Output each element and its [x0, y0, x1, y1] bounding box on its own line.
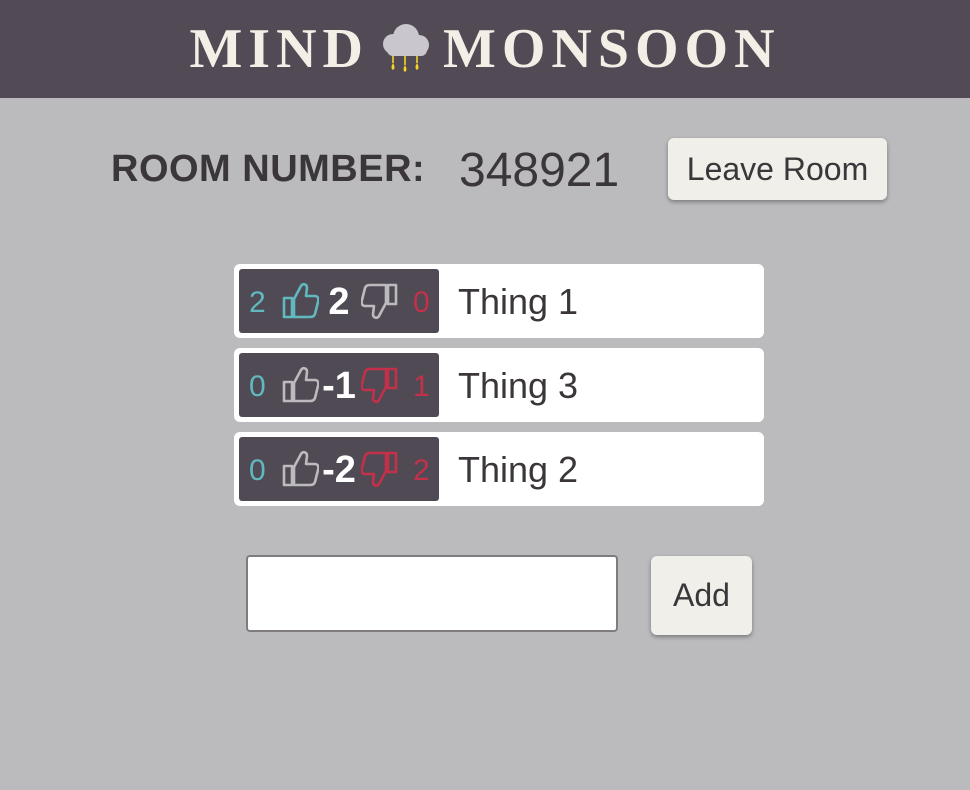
thumbs-down-icon[interactable] — [361, 449, 401, 489]
vote-box: 0 -2 2 — [239, 437, 439, 501]
list-item: 0 -2 2 Thing 2 — [234, 432, 764, 506]
new-item-input[interactable] — [246, 555, 618, 632]
leave-room-button[interactable]: Leave Room — [668, 138, 887, 200]
thumbs-up-icon[interactable] — [279, 365, 319, 405]
upvote-count: 2 — [249, 286, 266, 319]
rain-cloud-icon — [382, 24, 429, 72]
thumbs-down-icon[interactable] — [361, 281, 401, 321]
room-number-value: 348921 — [459, 144, 620, 197]
vote-box: 0 -1 1 — [239, 353, 439, 417]
vote-score: -2 — [322, 449, 356, 491]
list-item: 0 -1 1 Thing 3 — [234, 348, 764, 422]
room-number-label: ROOM NUMBER: — [111, 148, 426, 190]
logo-text-right: MONSOON — [442, 18, 781, 80]
downvote-count: 0 — [413, 286, 430, 319]
list-item: 2 2 0 Thing 1 — [234, 264, 764, 338]
logo-text-left: MIND — [189, 18, 369, 80]
item-text: Thing 3 — [458, 365, 579, 406]
downvote-count: 1 — [413, 370, 430, 403]
add-button[interactable]: Add — [651, 556, 752, 635]
vote-box: 2 2 0 — [239, 269, 439, 333]
item-text: Thing 2 — [458, 449, 579, 490]
downvote-count: 2 — [413, 454, 430, 487]
app-logo: MIND MONSOON — [0, 0, 970, 98]
thumbs-down-icon[interactable] — [361, 365, 401, 405]
thumbs-up-icon[interactable] — [279, 449, 319, 489]
app-header: MIND MONSOON — [0, 0, 970, 98]
vote-score: -1 — [322, 365, 356, 407]
thumbs-up-icon[interactable] — [279, 281, 319, 321]
upvote-count: 0 — [249, 454, 266, 487]
vote-score: 2 — [328, 281, 350, 323]
item-text: Thing 1 — [458, 281, 579, 322]
upvote-count: 0 — [249, 370, 266, 403]
